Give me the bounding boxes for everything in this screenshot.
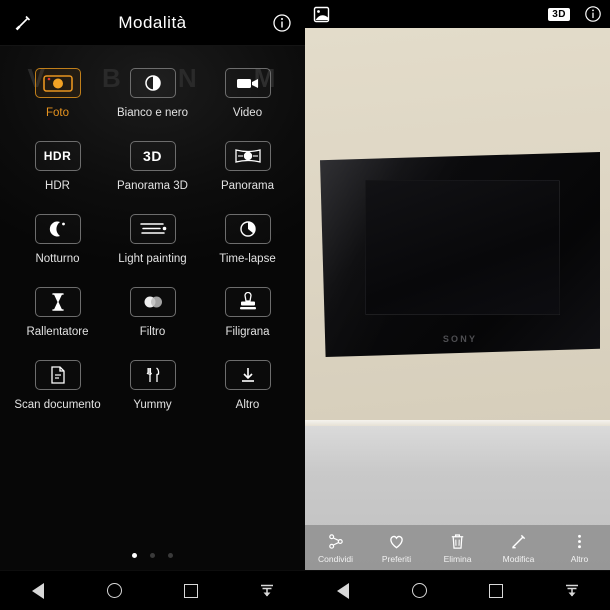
hdr-icon-text: HDR bbox=[43, 149, 72, 163]
screenshot-root: V B N M Modalità Foto Bianco e nero Vide… bbox=[0, 0, 610, 610]
mode-topbar: Modalità bbox=[0, 0, 305, 46]
edit-pencil-icon bbox=[512, 534, 526, 548]
mode-label: Altro bbox=[235, 399, 260, 411]
android-navbar-right bbox=[305, 570, 610, 610]
mode-item-filtro[interactable]: Filtro bbox=[105, 287, 200, 338]
viewer-topbar: 3D bbox=[305, 0, 610, 28]
mode-label: Panorama 3D bbox=[117, 180, 188, 192]
page-dot-2[interactable] bbox=[150, 553, 155, 558]
back-triangle-icon[interactable] bbox=[321, 571, 365, 610]
magic-wand-icon[interactable] bbox=[0, 13, 46, 33]
edit-button[interactable]: Modifica bbox=[488, 532, 549, 564]
mode-item-bianco-e-nero[interactable]: Bianco e nero bbox=[105, 68, 200, 119]
photo-sony-frame[interactable]: SONY bbox=[305, 0, 610, 610]
panorama-3d-icon: 3D bbox=[129, 141, 176, 171]
mode-item-video[interactable]: Video bbox=[200, 68, 295, 119]
page-indicator bbox=[0, 553, 305, 558]
photo-action-toolbar: Condividi Preferiti Elimina Modifica Alt… bbox=[305, 525, 610, 570]
mode-label: Light painting bbox=[118, 253, 187, 265]
more-button[interactable]: Altro bbox=[549, 532, 610, 564]
mode-label: Yummy bbox=[133, 399, 172, 411]
hide-navbar-icon[interactable] bbox=[245, 571, 289, 610]
filter-icon bbox=[129, 287, 176, 317]
info-icon[interactable] bbox=[259, 13, 305, 33]
share-button[interactable]: Condividi bbox=[305, 532, 366, 564]
mode-item-time-lapse[interactable]: Time-lapse bbox=[200, 214, 295, 265]
mode-item-foto[interactable]: Foto bbox=[10, 68, 105, 119]
share-icon bbox=[329, 533, 343, 549]
contrast-icon bbox=[129, 68, 176, 98]
mode-label: Rallentatore bbox=[26, 326, 89, 338]
heart-icon bbox=[390, 535, 403, 548]
light-painting-icon bbox=[129, 214, 176, 244]
recents-square-icon[interactable] bbox=[169, 571, 213, 610]
frame-screen bbox=[365, 180, 560, 315]
trash-icon bbox=[451, 533, 464, 549]
mode-grid: Foto Bianco e nero Video HDR HDR 3D Pano… bbox=[0, 46, 305, 411]
picture-icon[interactable] bbox=[313, 6, 330, 23]
mode-item-filigrana[interactable]: Filigrana bbox=[200, 287, 295, 338]
badge-3d[interactable]: 3D bbox=[548, 7, 570, 21]
mode-item-yummy[interactable]: Yummy bbox=[105, 360, 200, 411]
delete-label: Elimina bbox=[443, 553, 472, 564]
sony-brand-text: SONY bbox=[442, 334, 478, 344]
time-lapse-icon bbox=[224, 214, 271, 244]
share-label: Condividi bbox=[318, 553, 353, 564]
moon-icon bbox=[34, 214, 81, 244]
mode-label: Foto bbox=[45, 107, 69, 119]
mode-label: Time-lapse bbox=[219, 253, 276, 265]
mode-item-light-painting[interactable]: Light painting bbox=[105, 214, 200, 265]
edit-label: Modifica bbox=[502, 553, 535, 564]
camcorder-icon bbox=[224, 68, 271, 98]
info-icon[interactable] bbox=[584, 5, 602, 23]
photo-frame-object: SONY bbox=[320, 152, 600, 357]
camera-icon bbox=[34, 68, 81, 98]
mode-item-panorama-3d[interactable]: 3D Panorama 3D bbox=[105, 141, 200, 192]
more-label: Altro bbox=[570, 553, 589, 564]
hdr-icon: HDR bbox=[34, 141, 81, 171]
mode-item-notturno[interactable]: Notturno bbox=[10, 214, 105, 265]
hourglass-icon bbox=[34, 287, 81, 317]
mode-label: Video bbox=[232, 107, 263, 119]
camera-mode-panel: V B N M Modalità Foto Bianco e nero Vide… bbox=[0, 0, 305, 610]
mode-item-rallentatore[interactable]: Rallentatore bbox=[10, 287, 105, 338]
recents-square-icon[interactable] bbox=[474, 571, 518, 610]
photo-viewer-panel: SONY 3D Condividi Preferiti Elimina Modi… bbox=[305, 0, 610, 610]
favorite-label: Preferiti bbox=[381, 553, 412, 564]
home-circle-icon[interactable] bbox=[397, 571, 441, 610]
mode-label: Panorama bbox=[220, 180, 275, 192]
back-triangle-icon[interactable] bbox=[16, 571, 60, 610]
page-dot-1[interactable] bbox=[132, 553, 137, 558]
mode-item-scan-documento[interactable]: Scan documento bbox=[10, 360, 105, 411]
download-icon bbox=[224, 360, 271, 390]
document-scan-icon bbox=[34, 360, 81, 390]
mode-label: Scan documento bbox=[14, 399, 101, 411]
mode-label: Bianco e nero bbox=[117, 107, 188, 119]
more-vertical-icon bbox=[578, 534, 581, 548]
stamp-icon bbox=[224, 287, 271, 317]
mode-label: HDR bbox=[45, 180, 70, 192]
delete-button[interactable]: Elimina bbox=[427, 532, 488, 564]
mode-label: Notturno bbox=[35, 253, 80, 265]
page-dot-3[interactable] bbox=[168, 553, 173, 558]
mode-item-panorama[interactable]: Panorama bbox=[200, 141, 295, 192]
mode-item-altro[interactable]: Altro bbox=[200, 360, 295, 411]
cutlery-icon bbox=[129, 360, 176, 390]
panorama-icon bbox=[224, 141, 271, 171]
panorama-3d-icon-text: 3D bbox=[143, 148, 162, 164]
mode-label: Filigrana bbox=[225, 326, 270, 338]
android-navbar-left bbox=[0, 570, 305, 610]
home-circle-icon[interactable] bbox=[92, 571, 136, 610]
page-title: Modalità bbox=[118, 12, 187, 32]
hide-navbar-icon[interactable] bbox=[550, 571, 594, 610]
mode-label: Filtro bbox=[139, 326, 166, 338]
favorite-button[interactable]: Preferiti bbox=[366, 532, 427, 564]
mode-item-hdr[interactable]: HDR HDR bbox=[10, 141, 105, 192]
